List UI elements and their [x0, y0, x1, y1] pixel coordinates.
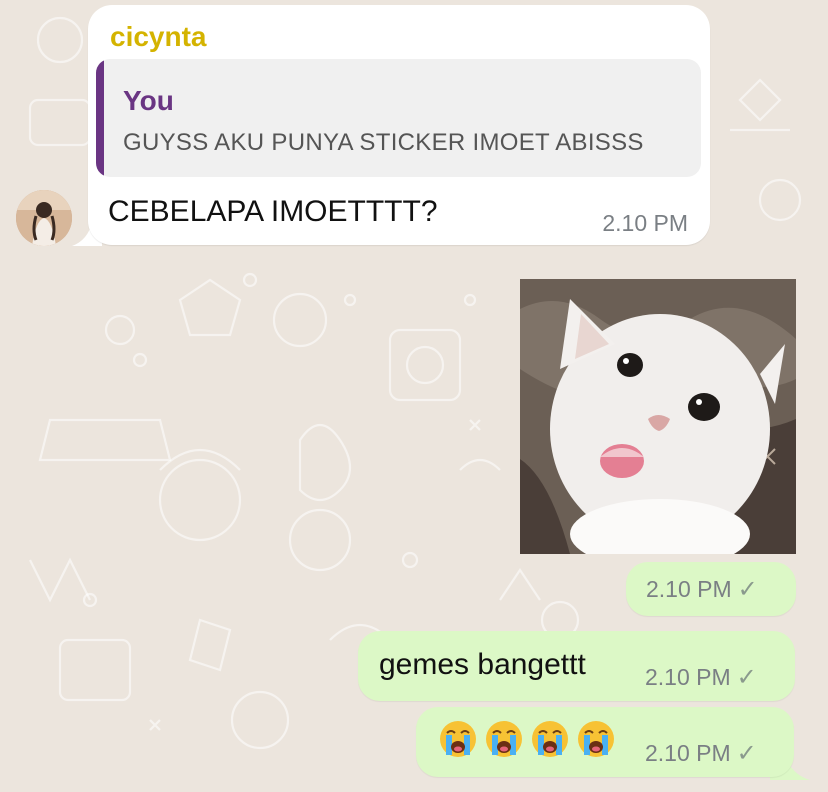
check-icon: ✓: [736, 740, 757, 767]
kitten-sticker-image[interactable]: [520, 279, 796, 554]
incoming-message-time: 2.10 PM: [602, 210, 688, 236]
loudly-crying-face-icon: [440, 721, 476, 757]
quoted-author: You: [123, 85, 174, 116]
quoted-text: GUYSS AKU PUNYA STICKER IMOET ABISSS: [123, 129, 644, 156]
sender-name[interactable]: cicynta: [110, 21, 207, 53]
outgoing-message-bubble[interactable]: gemes bangettt 2.10 PM ✓: [358, 631, 795, 701]
emoji-message-bubble[interactable]: 2.10 PM ✓: [416, 707, 794, 777]
outgoing-message-text: gemes bangettt: [379, 648, 586, 681]
outgoing-message-meta: 2.10 PM ✓: [645, 663, 757, 692]
emoji-row: [438, 719, 616, 759]
loudly-crying-face-icon: [578, 721, 614, 757]
incoming-message-text: CEBELAPA IMOETTTT?: [108, 195, 438, 228]
loudly-crying-face-icon: [486, 721, 522, 757]
sticker-meta: 2.10 PM ✓: [646, 575, 758, 604]
quoted-message[interactable]: You GUYSS AKU PUNYA STICKER IMOET ABISSS: [96, 59, 701, 177]
emoji-message-time: 2.10 PM: [645, 740, 731, 766]
incoming-message-bubble[interactable]: cicynta You GUYSS AKU PUNYA STICKER IMOE…: [88, 5, 710, 245]
sticker-time: 2.10 PM: [646, 576, 732, 602]
loudly-crying-face-icon: [532, 721, 568, 757]
emoji-message-meta: 2.10 PM ✓: [645, 739, 757, 768]
contact-avatar[interactable]: [16, 190, 72, 246]
check-icon: ✓: [737, 576, 758, 603]
quote-accent-bar: [96, 59, 104, 177]
check-icon: ✓: [736, 664, 757, 691]
outgoing-message-time: 2.10 PM: [645, 664, 731, 690]
sticker-meta-bubble[interactable]: 2.10 PM ✓: [626, 562, 796, 616]
